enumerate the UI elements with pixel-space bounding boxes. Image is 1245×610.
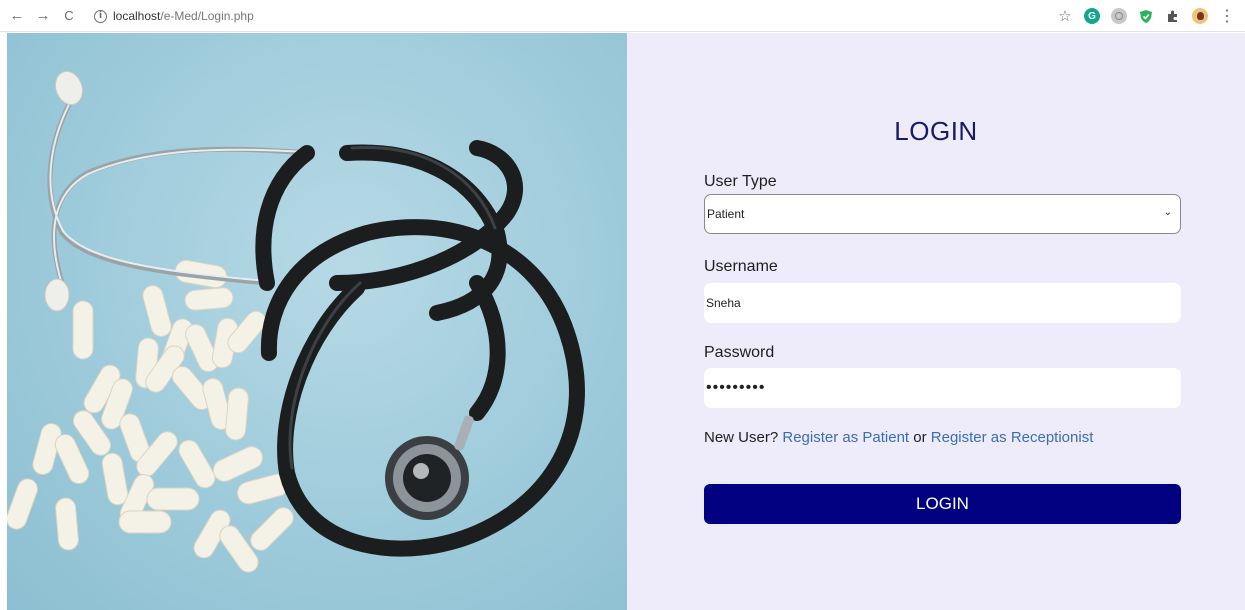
user-type-select[interactable]: Patient ⌄	[704, 194, 1181, 234]
username-label: Username	[704, 258, 778, 275]
new-user-text: New User?	[704, 429, 779, 446]
reload-icon[interactable]: C	[58, 5, 80, 27]
shield-extension-icon[interactable]	[1138, 8, 1154, 24]
profile-avatar-icon[interactable]	[1192, 8, 1208, 24]
grammarly-extension-icon[interactable]: G	[1084, 8, 1100, 24]
or-text: or	[913, 429, 927, 446]
password-label: Password	[704, 344, 775, 361]
url-path: /e-Med/Login.php	[160, 9, 254, 23]
login-button[interactable]: LOGIN	[704, 484, 1181, 524]
login-panel: LOGIN User Type Patient ⌄ Username Sneha…	[627, 33, 1245, 610]
circle-extension-icon[interactable]	[1111, 8, 1127, 24]
user-type-label: User Type	[704, 173, 777, 190]
hero-image-stethoscope	[7, 33, 627, 610]
back-icon[interactable]: ←	[6, 5, 28, 27]
password-input[interactable]: •••••••••	[704, 368, 1181, 408]
user-type-selected-value: Patient	[707, 207, 745, 221]
bookmark-star-icon[interactable]: ☆	[1057, 8, 1073, 25]
puzzle-extensions-icon[interactable]	[1165, 8, 1181, 24]
password-masked-value: •••••••••	[706, 379, 766, 396]
login-heading: LOGIN	[894, 116, 978, 146]
username-input[interactable]: Sneha	[704, 283, 1181, 323]
username-value: Sneha	[706, 296, 741, 310]
address-bar[interactable]: i localhost/e-Med/Login.php	[90, 5, 1090, 27]
menu-kebab-icon[interactable]: ⋮	[1219, 6, 1235, 26]
stethoscope-pills-illustration	[7, 70, 585, 573]
browser-actions: ☆ G ⋮	[1057, 6, 1235, 26]
chevron-down-icon[interactable]: ⌄	[1164, 207, 1172, 218]
url-host: localhost	[113, 9, 161, 23]
forward-icon[interactable]: →	[32, 5, 54, 27]
register-patient-link[interactable]: Register as Patient	[782, 429, 909, 446]
register-prompt: New User? Register as Patient or Registe…	[704, 429, 1093, 446]
info-icon[interactable]: i	[94, 9, 107, 23]
browser-toolbar: ← → C i localhost/e-Med/Login.php ☆ G ⋮	[0, 0, 1245, 32]
register-receptionist-link[interactable]: Register as Receptionist	[931, 429, 1094, 446]
url-text[interactable]: localhost/e-Med/Login.php	[113, 9, 254, 23]
